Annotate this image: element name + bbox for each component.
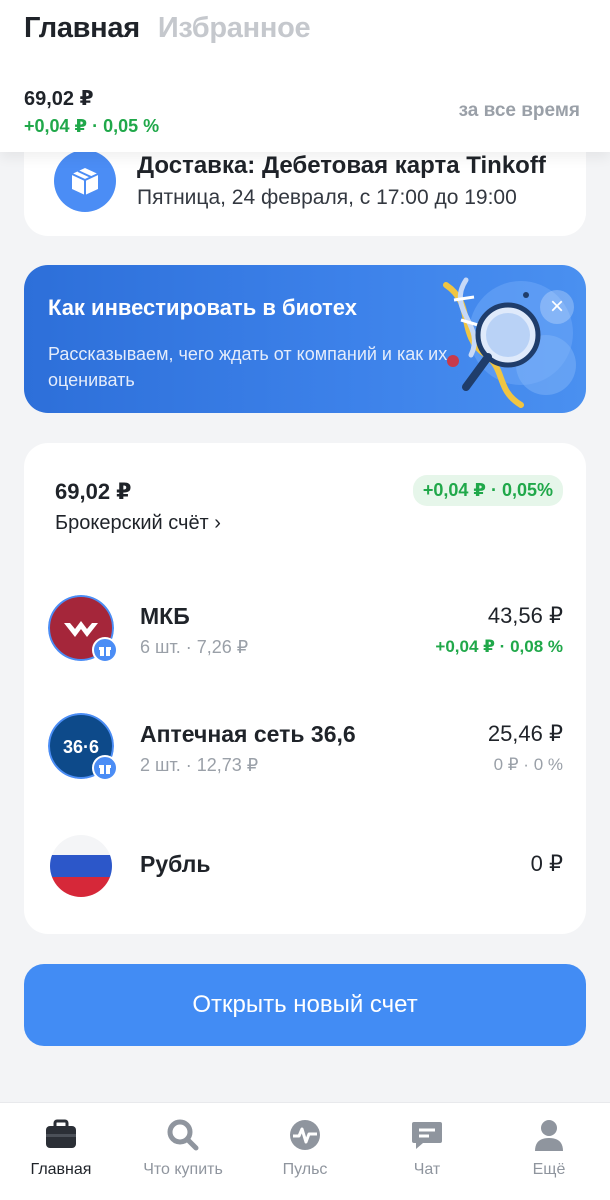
asset-quantity: 6 шт. · 7,26 ₽ [140,637,249,657]
portfolio-total: 69,02 ₽ [24,88,94,110]
briefcase-icon [46,1119,76,1148]
nav-chat[interactable]: Чат [366,1117,488,1179]
asset-change: +0,04 ₽ · 0,08 % [435,637,563,656]
asset-row-ruble[interactable]: Рубль 0 ₽ [24,829,586,919]
account-total: 69,02 ₽ [55,479,132,504]
asset-row-apteka[interactable]: 36·6 Аптечная сеть 36,6 2 шт. · 12,73 ₽ … [24,709,586,799]
promo-subtitle: Рассказываем, чего ждать от компаний и к… [48,344,448,390]
asset-quantity: 2 шт. · 12,73 ₽ [140,755,259,775]
asset-name: МКБ [140,603,190,629]
nav-label: Что купить [143,1161,223,1178]
account-change-badge: +0,04 ₽ · 0,05% [412,475,563,506]
nav-what-to-buy[interactable]: Что купить [122,1117,244,1179]
portfolio-header: Главная Избранное 69,02 ₽ +0,04 ₽ · 0,05… [0,0,610,152]
apteka-logo-text: 36·6 [63,737,99,757]
close-icon[interactable]: × [540,290,574,324]
gift-icon [92,637,118,663]
promo-banner[interactable]: Как инвестировать в биотех Рассказываем,… [24,265,586,413]
asset-name: Рубль [140,851,211,877]
nav-label: Ещё [532,1161,566,1178]
asset-name: Аптечная сеть 36,6 [140,721,356,747]
nav-pulse[interactable]: Пульс [244,1117,366,1179]
open-new-account-button[interactable]: Открыть новый счет [24,964,586,1046]
gift-icon [92,755,118,781]
delivery-title: Доставка: Дебетовая карта Tinkoff [137,152,546,179]
portfolio-change: +0,04 ₽ · 0,05 % [24,116,160,136]
asset-row-mkb[interactable]: МКБ 6 шт. · 7,26 ₽ 43,56 ₽ +0,04 ₽ · 0,0… [24,591,586,681]
nav-label: Главная [30,1161,92,1178]
tab-main[interactable]: Главная [24,12,140,45]
pulse-icon [290,1120,320,1150]
delivery-subtitle: Пятница, 24 февраля, с 17:00 до 19:00 [137,186,517,209]
top-tabs: Главная Избранное [24,12,311,45]
account-name-link[interactable]: Брокерский счёт › [55,512,221,535]
chat-icon [412,1122,442,1149]
russia-flag-icon [50,835,112,897]
package-icon [54,150,116,212]
broker-account-card: 69,02 ₽ +0,04 ₽ · 0,05% Брокерский счёт … [24,443,586,934]
dna-magnifier-illustration [443,277,576,408]
nav-label: Пульс [282,1161,328,1178]
nav-label: Чат [413,1161,441,1178]
asset-change: 0 ₽ · 0 % [493,755,563,774]
nav-main[interactable]: Главная [0,1117,122,1179]
promo-title: Как инвестировать в биотех [48,295,357,320]
profile-icon [535,1120,563,1151]
asset-value: 25,46 ₽ [487,721,563,746]
search-icon [167,1119,199,1151]
asset-value: 43,56 ₽ [487,603,563,628]
tab-favorites[interactable]: Избранное [158,12,311,45]
period-selector[interactable]: за все время [459,100,580,122]
nav-more[interactable]: Ещё [488,1117,610,1179]
bottom-navigation: Главная Что купить Пульс Чат Ещё [0,1102,610,1200]
asset-value: 0 ₽ [530,851,563,876]
